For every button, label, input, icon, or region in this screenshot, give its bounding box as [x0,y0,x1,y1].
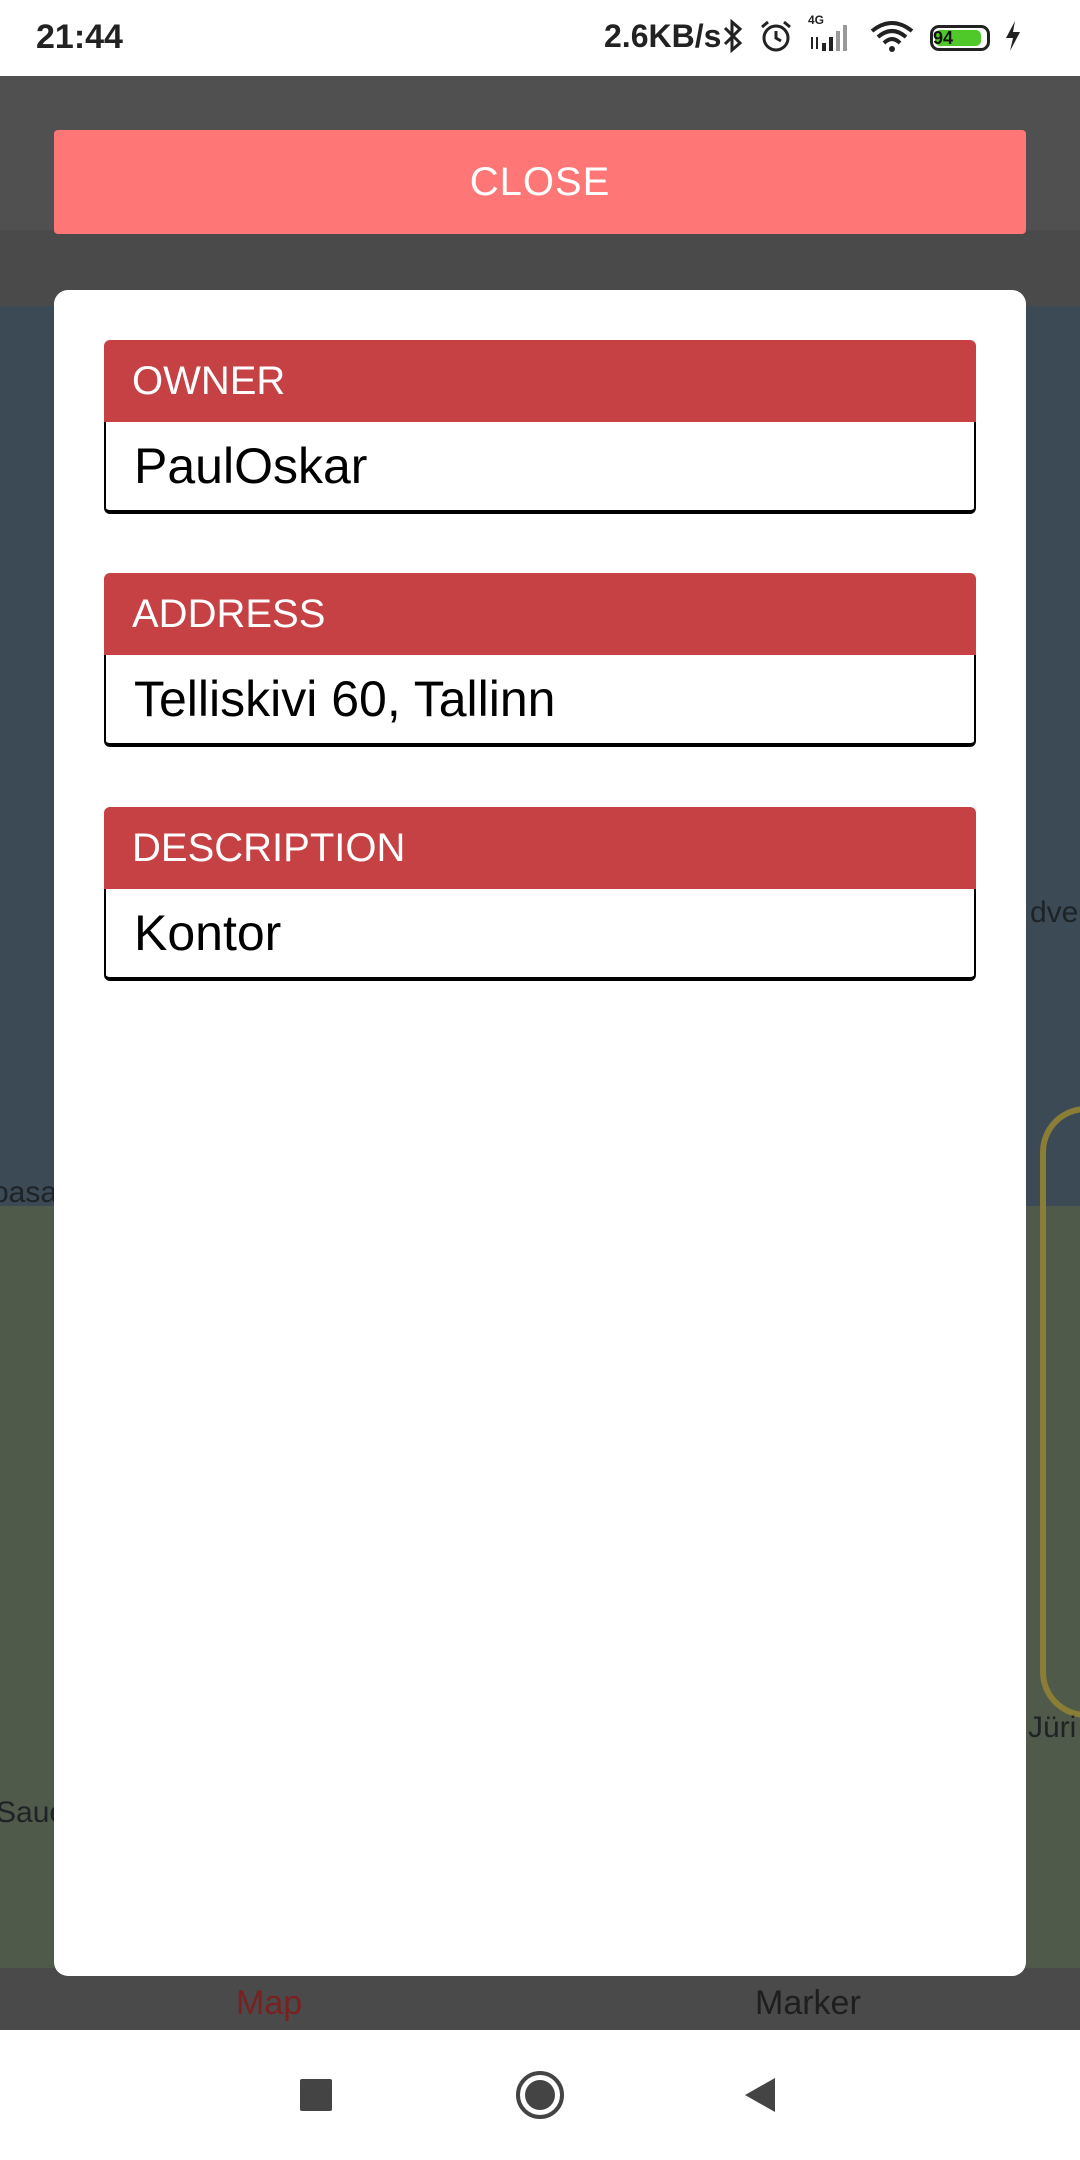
status-bar: 21:44 2.6KB/s 4G 94 [0,0,1080,76]
circle-icon [516,2071,564,2119]
description-field: DESCRIPTION Kontor [104,807,976,981]
map-label: oasa [0,1176,58,1209]
address-field: ADDRESS Telliskivi 60, Tallinn [104,573,976,747]
status-time: 21:44 [36,18,123,56]
system-navigation-bar [0,2030,1080,2160]
close-button[interactable]: CLOSE [54,130,1026,234]
owner-label: OWNER [104,340,976,422]
map-road [1040,1106,1080,1718]
tab-map[interactable]: Map [236,1984,302,2023]
map-label: Jüri [1028,1711,1077,1744]
back-triangle-icon [745,2078,775,2112]
cellular-signal-icon: 4G [808,13,854,58]
back-button[interactable] [700,2030,820,2160]
home-button[interactable] [480,2030,600,2160]
address-label: ADDRESS [104,573,976,655]
network-type: 4G [808,12,825,27]
alarm-icon [758,18,794,59]
address-value: Telliskivi 60, Tallinn [104,655,976,747]
battery-icon: 94 [930,25,990,51]
tab-marker[interactable]: Marker [755,1984,861,2023]
marker-details-modal: OWNER PaulOskar ADDRESS Telliskivi 60, T… [54,290,1026,1976]
owner-value: PaulOskar [104,422,976,514]
owner-field: OWNER PaulOskar [104,340,976,514]
battery-level: 94 [933,28,954,48]
wifi-icon [868,19,916,58]
recents-button[interactable] [256,2030,376,2160]
description-label: DESCRIPTION [104,807,976,889]
status-icons: 4G 94 [722,13,1036,62]
square-icon [300,2079,332,2111]
bluetooth-icon [722,18,744,58]
map-label: dve [1030,896,1079,929]
charging-icon [1004,20,1022,56]
network-speed: 2.6KB/s [604,18,722,54]
description-value: Kontor [104,889,976,981]
